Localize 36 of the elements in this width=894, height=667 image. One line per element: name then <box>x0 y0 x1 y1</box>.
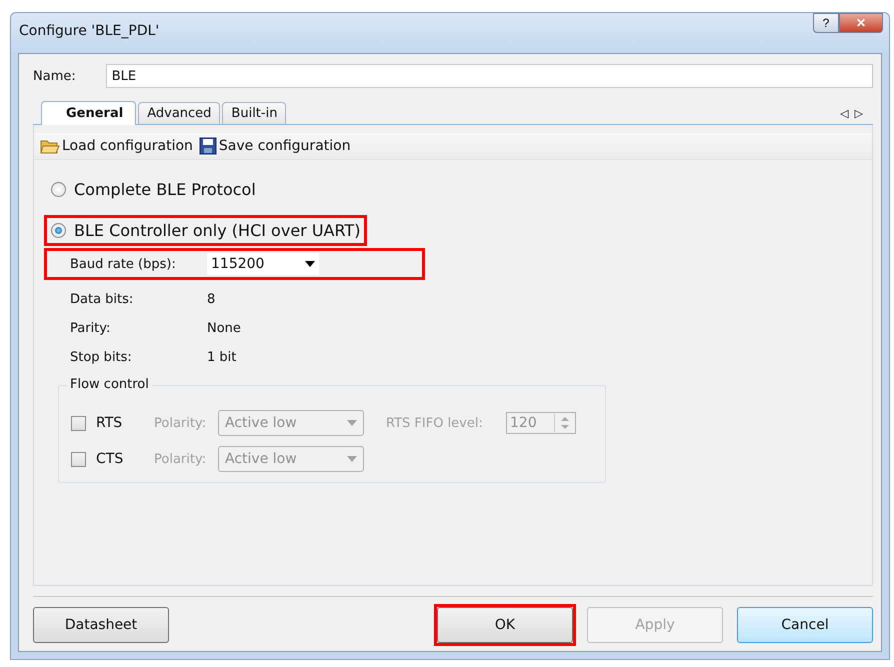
dropdown-arrow-icon <box>347 456 357 462</box>
setting-label: Stop bits: <box>70 350 133 365</box>
dialog-button[interactable]: Cancel <box>737 607 873 643</box>
polarity-label: Polarity: <box>154 416 208 430</box>
checkbox[interactable] <box>71 416 86 430</box>
dialog-button[interactable]: OK <box>437 607 573 643</box>
name-label: Name: <box>33 68 76 84</box>
window-title: Configure 'BLE_PDL' <box>19 23 160 39</box>
baud-rate-dropdown[interactable]: 115200 <box>207 253 319 275</box>
scroll-right-button[interactable]: ▷ <box>854 107 863 120</box>
setting-label: Data bits: <box>70 292 134 307</box>
load-configuration-button[interactable]: Load configuration <box>40 137 193 155</box>
tab[interactable]: Advanced <box>138 102 220 124</box>
checkbox[interactable] <box>71 452 86 466</box>
dropdown-arrow-icon <box>305 261 315 267</box>
tab[interactable]: General <box>41 101 136 125</box>
radio-button[interactable] <box>51 182 66 197</box>
dialog-button[interactable]: Datasheet <box>33 607 169 643</box>
scroll-left-button[interactable]: ◁ <box>840 107 849 120</box>
setting-value: 8 <box>207 292 216 307</box>
checkbox-label: RTS <box>96 415 124 431</box>
checkbox-label: CTS <box>96 451 124 467</box>
radio-option[interactable]: Complete BLE Protocol <box>44 174 263 205</box>
setting-value: None <box>207 321 241 336</box>
setting-value: 1 bit <box>207 350 236 365</box>
help-button[interactable]: ? <box>813 13 839 33</box>
polarity-label: Polarity: <box>154 452 208 466</box>
baud-rate-label: Baud rate (bps): <box>70 256 177 272</box>
dropdown-arrow-icon <box>347 420 357 426</box>
radio-button[interactable] <box>51 223 66 238</box>
tab[interactable]: Built-in <box>222 102 286 124</box>
save-configuration-button[interactable]: Save configuration <box>198 137 351 155</box>
fifo-level-label: RTS FIFO level: <box>386 416 484 430</box>
setting-label: Parity: <box>70 321 112 336</box>
name-field[interactable]: BLE <box>106 64 873 88</box>
radio-option[interactable]: BLE Controller only (HCI over UART) <box>44 215 368 246</box>
